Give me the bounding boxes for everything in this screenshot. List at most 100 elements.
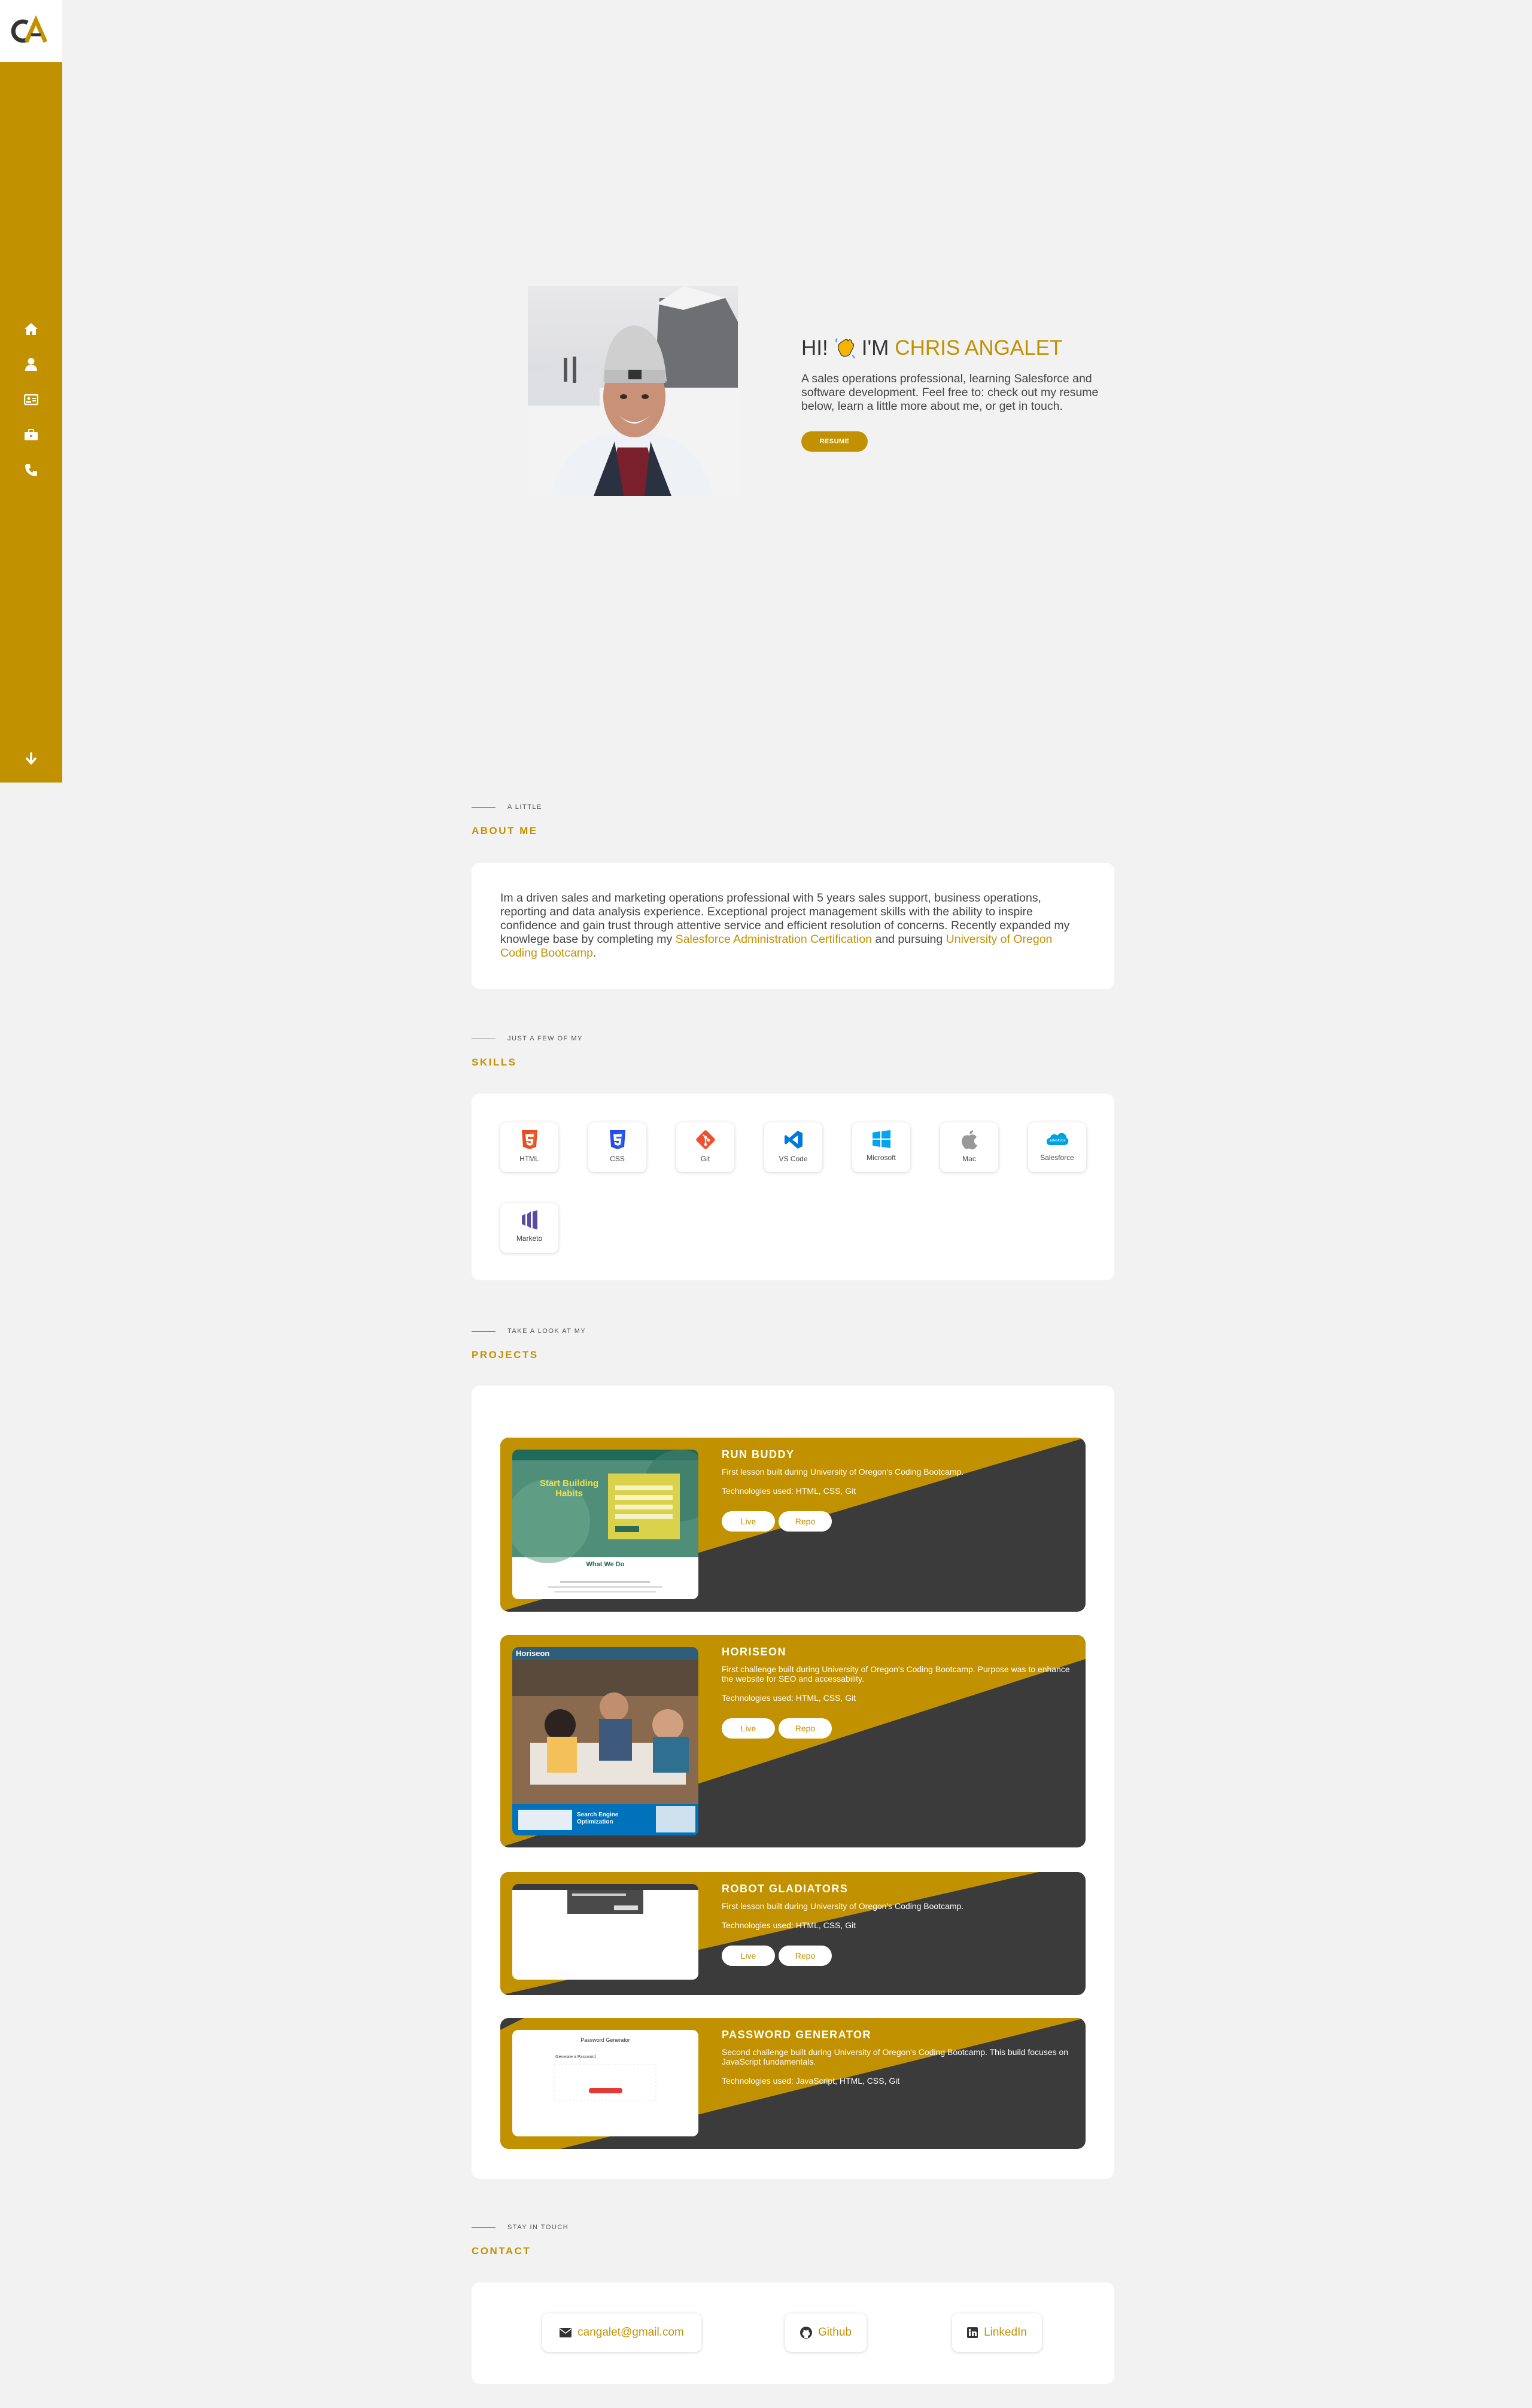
repo-button[interactable]: Repo (779, 1511, 832, 1532)
email-button[interactable]: cangalet@gmail.com (542, 2313, 701, 2352)
svg-text:salesforce: salesforce (1049, 1139, 1066, 1143)
project-description: First challenge built during University … (722, 1664, 1070, 1684)
project-title: PASSWORD GENERATOR (722, 2029, 872, 2041)
github-icon (800, 2327, 812, 2339)
skill-label: HTML (519, 1155, 539, 1163)
linkedin-button[interactable]: LinkedIn (952, 2313, 1042, 2352)
github-button[interactable]: Github (785, 2313, 867, 2352)
about-card: Im a driven sales and marketing operatio… (472, 863, 1114, 989)
home-icon[interactable] (23, 321, 39, 337)
user-icon[interactable] (23, 356, 39, 373)
github-label: Github (818, 2326, 852, 2339)
project-title: ROBOT GLADIATORS (722, 1883, 849, 1895)
hero-description: A sales operations professional, learnin… (801, 372, 1099, 413)
project-info: PASSWORD GENERATOR Second challenge buil… (722, 2029, 1075, 2086)
thumbnail-subheading: Generate a Password (555, 2055, 596, 2059)
hero-intro: HI! I'M CHRIS ANGALET A sales operations… (801, 336, 1112, 452)
briefcase-icon[interactable] (23, 427, 39, 443)
css3-icon (609, 1130, 625, 1149)
skill-label: Marketo (516, 1234, 543, 1243)
thumbnail-brand: Horiseon (516, 1649, 550, 1658)
project-thumbnail: Start Building Habits What We Do (512, 1450, 698, 1599)
thumbnail-caption: Search Engine Optimization (577, 1812, 619, 1825)
project-description: Second challenge built during University… (722, 2047, 1069, 2066)
project-thumbnail: Horiseon Search Engine Optimization (512, 1647, 698, 1835)
linkedin-label: LinkedIn (984, 2326, 1027, 2339)
live-button[interactable]: Live (722, 1718, 775, 1739)
live-button[interactable]: Live (722, 1946, 775, 1966)
email-label: cangalet@gmail.com (577, 2326, 684, 2339)
projects-title: PROJECTS (472, 1349, 539, 1360)
project-info: HORISEON First challenge built during Un… (722, 1646, 1075, 1739)
ca-logo-icon (11, 15, 48, 43)
hero-name: CHRIS ANGALET (895, 336, 1063, 360)
live-button[interactable]: Live (722, 1511, 775, 1532)
repo-button[interactable]: Repo (779, 1946, 832, 1966)
project-info: ROBOT GLADIATORS First lesson built duri… (722, 1883, 1075, 1966)
project-title: HORISEON (722, 1646, 787, 1658)
about-pre: A LITTLE (507, 803, 542, 811)
project-info: RUN BUDDY First lesson built during Univ… (722, 1448, 1075, 1532)
html5-icon (521, 1130, 537, 1149)
skills-pre: JUST A FEW OF MY (507, 1035, 583, 1042)
project-description: First lesson built during University of … (722, 1901, 964, 1911)
project-card: Horiseon Search Engine Optimization HORI… (500, 1635, 1086, 1847)
salesforce-cert-link[interactable]: Salesforce Administration Certification (676, 933, 872, 946)
skill-git: Git (676, 1122, 734, 1172)
thumbnail-title: Password Generator (580, 2037, 630, 2043)
contact-pre: STAY IN TOUCH (507, 2224, 569, 2231)
divider-line (472, 806, 496, 808)
git-icon (695, 1130, 715, 1149)
resume-button[interactable]: RESUME (801, 431, 868, 452)
skills-header: JUST A FEW OF MY SKILLS (472, 1035, 583, 1068)
projects-header: TAKE A LOOK AT MY PROJECTS (472, 1328, 586, 1361)
sidebar (0, 62, 62, 783)
id-card-icon[interactable] (23, 391, 39, 408)
waving-hand-icon (834, 337, 856, 359)
about-text: Im a driven sales and marketing operatio… (472, 891, 1114, 960)
apple-icon (961, 1130, 977, 1150)
marketo-icon (521, 1210, 537, 1229)
skill-mac: Mac (940, 1122, 998, 1172)
thumbnail-subheading: What We Do (586, 1561, 625, 1568)
skill-label: Microsoft (867, 1153, 896, 1162)
about-header: A LITTLE ABOUT ME (472, 803, 542, 837)
project-technologies: Technologies used: JavaScript, HTML, CSS… (722, 2076, 900, 2086)
skill-css: CSS (588, 1122, 646, 1172)
linkedin-icon (967, 2327, 978, 2338)
greeting-text: HI! (801, 336, 828, 360)
phone-icon[interactable] (23, 462, 39, 479)
project-card: Start Building Habits What We Do RUN BUD… (500, 1438, 1086, 1612)
profile-photo (528, 286, 738, 496)
project-card: ROBOT GLADIATORS First lesson built duri… (500, 1872, 1086, 1995)
skill-label: CSS (610, 1155, 625, 1163)
skills-title: SKILLS (472, 1057, 517, 1068)
project-thumbnail: Password Generator Generate a Password (512, 2030, 698, 2136)
arrow-down-icon[interactable] (23, 750, 39, 767)
logo[interactable] (0, 0, 62, 62)
repo-button[interactable]: Repo (779, 1718, 832, 1739)
contact-title: CONTACT (472, 2245, 531, 2257)
project-description: First lesson built during University of … (722, 1467, 964, 1477)
contact-card: cangalet@gmail.com Github LinkedIn (472, 2282, 1114, 2384)
project-card: Password Generator Generate a Password P… (500, 2018, 1086, 2149)
skill-label: VS Code (779, 1155, 808, 1163)
vscode-icon (784, 1131, 803, 1149)
skills-card: HTML CSS Git VS Code Microsoft Mac sales… (472, 1094, 1114, 1280)
skill-html: HTML (500, 1122, 558, 1172)
divider-line (472, 1331, 496, 1332)
project-technologies: Technologies used: HTML, CSS, Git (722, 1693, 856, 1703)
skill-salesforce: salesforce Salesforce (1028, 1122, 1086, 1172)
divider-line (472, 2227, 496, 2228)
envelope-icon (560, 2328, 572, 2337)
salesforce-icon: salesforce (1046, 1133, 1068, 1145)
windows-icon (872, 1130, 890, 1148)
contact-header: STAY IN TOUCH CONTACT (472, 2224, 569, 2257)
project-technologies: Technologies used: HTML, CSS, Git (722, 1486, 856, 1496)
about-text-part: . (593, 946, 597, 960)
thumbnail-heading: Start Building Habits (539, 1478, 599, 1499)
project-thumbnail (512, 1884, 698, 1980)
skill-label: Mac (962, 1155, 976, 1163)
project-technologies: Technologies used: HTML, CSS, Git (722, 1920, 856, 1930)
about-text-part: and pursuing (872, 933, 946, 946)
